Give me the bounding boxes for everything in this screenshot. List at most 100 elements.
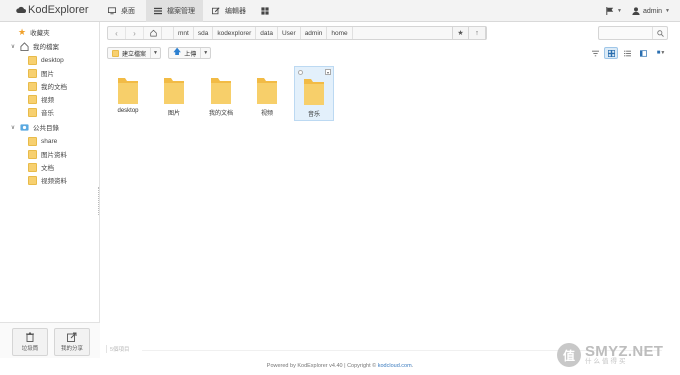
recycle-bin-button[interactable]: 垃圾筒	[12, 328, 48, 356]
folder-item[interactable]: ▾ 音乐	[294, 66, 334, 121]
sidebar-item-label: 图片	[41, 71, 54, 78]
sidebar-item-label: 文档	[41, 165, 54, 172]
app-logo[interactable]: KodExplorer	[16, 4, 89, 16]
sidebar-item-label: desktop	[41, 56, 64, 64]
columns-icon	[639, 49, 647, 57]
public-folder-icon	[20, 123, 29, 131]
folder-icon	[28, 55, 37, 65]
top-navbar: KodExplorer 桌面 檔案管理 编輯器 ▼ admin ▼	[0, 0, 680, 22]
sort-icon	[591, 50, 599, 56]
tab-desktop[interactable]: 桌面	[100, 0, 143, 22]
sidebar-item-label: 我的文档	[41, 84, 67, 91]
arrow-right-icon: ›	[133, 28, 136, 38]
breadcrumb-item[interactable]: kodexplorer	[213, 27, 257, 39]
item-menu-button[interactable]: ▾	[325, 69, 331, 75]
select-checkbox[interactable]	[298, 70, 303, 75]
sidebar-item-my-files[interactable]: ∨ 我的檔案	[10, 40, 59, 52]
folder-item[interactable]: 视频	[247, 66, 287, 121]
folder-icon	[28, 149, 37, 159]
sidebar-item-video-data[interactable]: 视频资料	[28, 174, 67, 186]
sort-button[interactable]	[588, 47, 602, 59]
forward-button[interactable]: ›	[126, 27, 144, 39]
split-view-button[interactable]	[636, 47, 650, 59]
sidebar-item-label: 我的檔案	[33, 44, 59, 51]
tab-file-manager[interactable]: 檔案管理	[146, 0, 203, 22]
recycle-bin-label: 垃圾筒	[21, 346, 39, 352]
tab-editor[interactable]: 编輯器	[204, 0, 254, 22]
breadcrumb-item[interactable]: User	[278, 27, 301, 39]
tab-label: 桌面	[121, 8, 135, 15]
upload-button[interactable]: 🡅 上傳 ▼	[168, 47, 212, 59]
grid-icon	[261, 7, 269, 15]
sidebar-item-label: 视频资料	[41, 178, 67, 185]
chevron-down-icon: ▼	[617, 8, 622, 14]
folder-icon	[211, 78, 231, 104]
cloud-icon	[16, 6, 26, 13]
chevron-down-icon[interactable]: ▼	[150, 48, 160, 58]
file-name: 我的文档	[208, 111, 233, 117]
chevron-down-icon[interactable]: ▼	[200, 48, 210, 58]
sidebar-item-docs[interactable]: 文档	[28, 161, 54, 173]
folder-icon	[118, 78, 138, 104]
tab-apps[interactable]	[253, 0, 277, 22]
notification-menu[interactable]: ▼	[606, 7, 622, 15]
my-share-button[interactable]: 我的分享	[54, 328, 90, 356]
username: admin	[642, 7, 663, 15]
favorite-button[interactable]: ★	[452, 26, 469, 40]
folder-icon	[28, 136, 37, 146]
watermark-logo: 值	[557, 343, 581, 367]
upload-icon: 🡅	[173, 47, 182, 56]
folder-icon	[112, 49, 119, 57]
folder-icon	[28, 94, 37, 104]
folder-icon	[304, 79, 324, 105]
folder-icon	[28, 107, 37, 117]
breadcrumb-item[interactable]: sda	[194, 27, 214, 39]
sidebar-item-desktop[interactable]: desktop	[28, 54, 64, 66]
sidebar-item-pictures[interactable]: 图片	[28, 67, 54, 79]
watermark-tagline: 什么值得买	[585, 358, 628, 366]
sidebar-item-share[interactable]: share	[28, 135, 57, 147]
icon-view-button[interactable]	[604, 47, 618, 59]
file-name: desktop	[117, 108, 139, 114]
theme-button[interactable]: ■ ▼	[652, 47, 670, 59]
sidebar-item-public[interactable]: ∨ 公共目錄	[10, 121, 59, 133]
view-tools: ■ ▼	[588, 47, 670, 59]
footer-link[interactable]: kodcloud.com	[378, 363, 412, 369]
sidebar-item-picture-data[interactable]: 图片资料	[28, 148, 67, 160]
search-button[interactable]	[652, 27, 667, 39]
search-icon	[656, 29, 664, 37]
sidebar: ★ 收藏夾 ∨ 我的檔案 desktop 图片 我的文档 视频 音乐 ∨ 公共目…	[0, 22, 100, 358]
breadcrumb-item[interactable]: home	[327, 27, 353, 39]
home-icon	[20, 41, 29, 51]
home-icon	[150, 29, 157, 37]
sidebar-item-label: share	[41, 137, 58, 145]
app-name: KodExplorer	[28, 4, 89, 16]
user-menu[interactable]: admin ▼	[632, 7, 670, 15]
user-area: ▼ admin ▼	[606, 0, 670, 22]
new-folder-button[interactable]: 建立檔案 ▼	[107, 47, 162, 59]
breadcrumb-item[interactable]: mnt	[174, 27, 194, 39]
folder-item[interactable]: 图片	[154, 66, 194, 121]
breadcrumb-item[interactable]: data	[256, 27, 278, 39]
up-level-button[interactable]: ↑	[469, 26, 486, 40]
sidebar-resize-handle[interactable]	[98, 187, 101, 215]
folder-item[interactable]: desktop	[108, 66, 148, 121]
breadcrumb-root[interactable]	[162, 27, 174, 39]
footer-suffix: .	[411, 363, 414, 369]
tab-label: 檔案管理	[167, 8, 195, 15]
sidebar-item-music[interactable]: 音乐	[28, 106, 54, 118]
sidebar-item-documents[interactable]: 我的文档	[28, 80, 67, 92]
sidebar-item-videos[interactable]: 视频	[28, 93, 54, 105]
list-view-button[interactable]	[620, 47, 634, 59]
chevron-down-icon: ▼	[660, 50, 666, 56]
sidebar-item-label: 图片资料	[41, 152, 67, 159]
folder-icon	[28, 81, 37, 91]
back-button[interactable]: ‹	[108, 27, 126, 39]
search-input[interactable]	[599, 27, 653, 39]
folder-item[interactable]: 我的文档	[201, 66, 241, 121]
chevron-down-icon: ▼	[665, 8, 670, 14]
list-icon	[154, 7, 162, 15]
sidebar-item-favorites[interactable]: ★ 收藏夾	[18, 26, 50, 38]
breadcrumb-home[interactable]	[146, 27, 162, 39]
breadcrumb-item[interactable]: admin	[301, 27, 328, 39]
